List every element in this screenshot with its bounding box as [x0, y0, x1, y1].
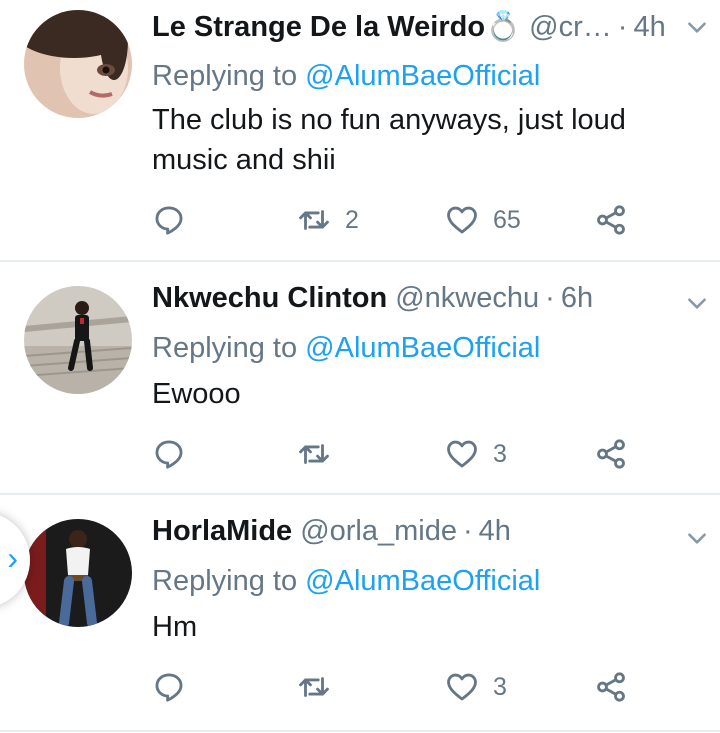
chevron-right-icon: ›	[7, 540, 18, 576]
timestamp[interactable]: 4h	[633, 11, 665, 44]
handle[interactable]: @cr…	[529, 11, 612, 44]
tweet-actions: 2 65	[152, 200, 652, 240]
reply-icon	[155, 673, 183, 702]
retweet-icon	[299, 677, 329, 697]
handle[interactable]: @orla_mide	[300, 515, 457, 548]
display-name[interactable]: Le Strange De la Weirdo💍	[152, 10, 521, 44]
handle[interactable]: @nkwechu	[395, 282, 539, 315]
retweet-count: 2	[345, 205, 359, 234]
timestamp[interactable]: 4h	[479, 515, 511, 548]
like-count: 3	[493, 672, 507, 701]
chevron-down-icon[interactable]	[684, 525, 710, 551]
reply-button[interactable]	[152, 200, 186, 240]
chevron-down-icon[interactable]	[684, 290, 710, 316]
retweet-button[interactable]	[297, 434, 345, 474]
tweet[interactable]: Nkwechu Clinton @nkwechu · 6h Replying t…	[0, 262, 720, 492]
heart-icon	[447, 206, 477, 234]
like-button[interactable]: 65	[445, 200, 521, 240]
tweet-header: Nkwechu Clinton @nkwechu · 6h	[152, 282, 700, 318]
heart-icon	[447, 440, 477, 468]
tweet[interactable]: HorlaMide @orla_mide · 4h Replying to @A…	[0, 495, 720, 731]
heart-icon	[447, 673, 477, 701]
replying-to: Replying to @AlumBaeOfficial	[152, 332, 540, 365]
tweet-actions: 3	[152, 434, 652, 474]
tweet-text: Hm	[152, 611, 198, 643]
like-count: 65	[493, 205, 521, 234]
mention-link[interactable]: @AlumBaeOfficial	[305, 60, 540, 92]
reply-button[interactable]	[152, 434, 186, 474]
tweet[interactable]: Le Strange De la Weirdo💍 @cr… · 4h Reply…	[0, 0, 720, 260]
replying-to: Replying to @AlumBaeOfficial	[152, 60, 540, 93]
like-count: 3	[493, 439, 507, 468]
avatar[interactable]	[24, 10, 132, 118]
display-name[interactable]: Nkwechu Clinton	[152, 282, 387, 315]
mention-link[interactable]: @AlumBaeOfficial	[305, 565, 540, 597]
divider	[0, 730, 720, 732]
tweet-header: HorlaMide @orla_mide · 4h	[152, 515, 700, 551]
tweet-text: The club is no fun anyways, just loud mu…	[152, 104, 626, 176]
reply-button[interactable]	[152, 667, 186, 707]
separator-dot: ·	[617, 11, 628, 43]
reply-icon	[155, 206, 183, 235]
retweet-icon	[299, 444, 329, 464]
chevron-down-icon[interactable]	[684, 14, 710, 40]
retweet-icon	[299, 210, 329, 230]
share-button[interactable]	[594, 667, 628, 707]
replying-to: Replying to @AlumBaeOfficial	[152, 565, 540, 598]
reply-icon	[155, 440, 183, 469]
retweet-button[interactable]: 2	[297, 200, 359, 240]
display-name[interactable]: HorlaMide	[152, 515, 292, 548]
share-button[interactable]	[594, 434, 628, 474]
share-icon	[597, 672, 625, 702]
share-icon	[597, 205, 625, 235]
avatar[interactable]	[24, 519, 132, 627]
tweet-header: Le Strange De la Weirdo💍 @cr… · 4h	[152, 10, 700, 46]
like-button[interactable]: 3	[445, 434, 507, 474]
tweet-text: Ewooo	[152, 378, 241, 410]
replying-label: Replying to	[152, 60, 298, 92]
replying-label: Replying to	[152, 332, 298, 364]
tweet-actions: 3	[152, 667, 652, 707]
share-button[interactable]	[594, 200, 628, 240]
separator-dot: ·	[545, 282, 555, 314]
avatar[interactable]	[24, 286, 132, 394]
mention-link[interactable]: @AlumBaeOfficial	[305, 332, 540, 364]
retweet-button[interactable]	[297, 667, 345, 707]
timestamp[interactable]: 6h	[561, 282, 593, 315]
separator-dot: ·	[462, 515, 473, 547]
replying-label: Replying to	[152, 565, 298, 597]
share-icon	[597, 439, 625, 469]
like-button[interactable]: 3	[445, 667, 507, 707]
